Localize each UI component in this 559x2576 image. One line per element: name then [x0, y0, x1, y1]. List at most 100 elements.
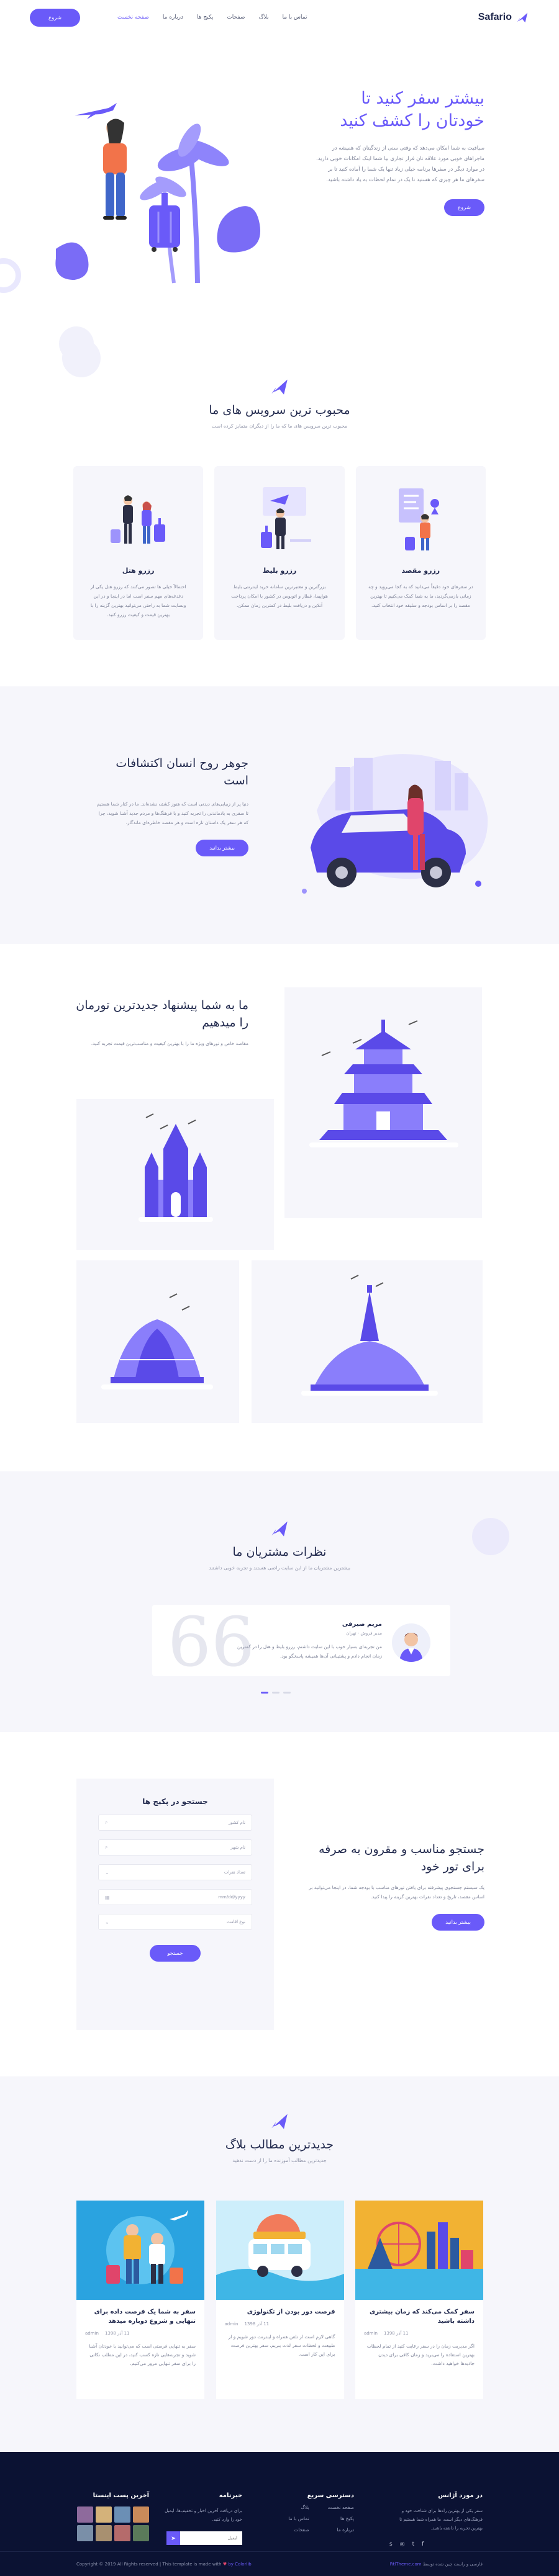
stupa-illustration [301, 1275, 438, 1396]
hero-title: بیشتر سفر کنید تا خودتان را کشف کنید [340, 89, 484, 130]
date-field[interactable]: mm/dd/yyyy ▦ [98, 1889, 252, 1905]
colorlib-link[interactable]: by Colorlib [228, 2562, 251, 2567]
nav-home[interactable]: صفحه نخست [117, 14, 149, 20]
plane-icon [271, 2114, 288, 2129]
blog-card[interactable]: فرصت دور بودن از تکنولوژی 11 آذر 1398 ad… [216, 2201, 344, 2399]
plane-icon [271, 1521, 288, 1537]
nav-contact[interactable]: تماس با ما [283, 14, 307, 20]
footer-bottom-bar: فارسی و راست چین شده توسط RtlTheme.com C… [0, 2551, 559, 2576]
person-avatar-icon [399, 1633, 423, 1662]
tour-tile-church[interactable] [76, 1099, 274, 1250]
carousel-dot-active[interactable] [261, 1692, 268, 1694]
tour-tile-stupa[interactable] [252, 1260, 483, 1423]
testimonial-role: مدیر فروش - تهران [346, 1631, 382, 1636]
credit-site-link[interactable]: RtlTheme.com [390, 2562, 422, 2567]
travelers-select[interactable]: تعداد نفرات ⌄ [98, 1864, 252, 1880]
instagram-thumb[interactable] [77, 2506, 93, 2523]
tours-section: ما به شما پیشنهاد جدیدترین تورمان را مید… [0, 944, 559, 1471]
service-card-ticket[interactable]: رزرو بلیط بزرگترین و معتبرترین سامانه خر… [214, 466, 345, 640]
hero-start-button[interactable]: شروع [444, 199, 484, 216]
carousel-dot[interactable] [272, 1692, 280, 1694]
blog-post-title[interactable]: سفر به شما یک فرصت داده برای تنهایی و شر… [85, 2307, 196, 2326]
field-placeholder: نام شهر [230, 1845, 245, 1850]
footer-link[interactable]: تماس با ما [288, 2516, 309, 2521]
instagram-thumb[interactable] [77, 2525, 93, 2541]
nav-blog[interactable]: بلاگ [259, 14, 269, 20]
testimonial-name: مریم صیرفی [342, 1621, 382, 1628]
blog-subtitle: جدیدترین مطالب آموزنده ما را از دست ندهی… [232, 2158, 327, 2163]
tours-title: ما به شما پیشنهاد جدیدترین تورمان را مید… [76, 999, 248, 1030]
blog-card[interactable]: سفر کمک می‌کند که زمان بیشتری داشته باشی… [355, 2201, 483, 2399]
footer-quick-links: دسترسی سریع صفحه نخست پکیج ها درباره ما … [280, 2492, 354, 2533]
hotel-booking-illustration [110, 495, 165, 544]
nav-about[interactable]: درباره ما [163, 14, 183, 20]
instagram-thumb[interactable] [114, 2506, 130, 2523]
skype-icon[interactable]: s [389, 2541, 393, 2547]
logo[interactable]: Safario [478, 11, 529, 24]
calendar-icon: ▦ [105, 1894, 110, 1900]
country-field[interactable]: نام کشور ⌕ [98, 1815, 252, 1831]
nav-pages[interactable]: صفحات [227, 14, 245, 20]
footer-newsletter: خبرنامه برای دریافت آخرین اخبار و تخفیف‌… [161, 2492, 242, 2545]
footer-link[interactable]: بلاگ [288, 2505, 309, 2510]
newsletter-form: ➤ [161, 2531, 242, 2545]
decor-circle [472, 1518, 509, 1555]
footer-about-text: سفر یکی از بهترین راه‌ها برای شناخت خود … [399, 2508, 483, 2531]
footer-link[interactable]: پکیج ها [328, 2516, 354, 2521]
instagram-icon[interactable]: ◎ [400, 2541, 405, 2547]
search-more-button[interactable]: بیشتر بدانید [432, 1914, 484, 1931]
service-card-hotel[interactable]: رزرو هتل احتمالاً خیلی ها تصور می‌کنند ک… [73, 466, 204, 640]
search-title: جستجو مناسب و مقرون به صرفه برای تور خود [319, 1842, 484, 1874]
blog-post-title[interactable]: سفر کمک می‌کند که زمان بیشتری داشته باشی… [364, 2307, 475, 2326]
blog-title: جدیدترین مطالب بلاگ [225, 2138, 334, 2152]
exploration-description: دنیا پر از زیبایی‌های دیدنی است که هنوز … [97, 801, 248, 825]
service-description: در سفرهای خود دقیقاً می‌دانید که به کجا … [368, 584, 473, 608]
heart-icon: ♥ [222, 2561, 227, 2567]
send-icon[interactable]: ➤ [166, 2531, 180, 2545]
blog-section: جدیدترین مطالب بلاگ جدیدترین مطالب آموزن… [0, 2076, 559, 2452]
search-section: جستجو در پکیج ها نام کشور ⌕ نام شهر ⌕ تع… [0, 1732, 559, 2076]
twitter-icon[interactable]: t [412, 2541, 415, 2547]
testimonial-card: 66 مریم صیرفی مدیر فروش - تهران من تجربه… [152, 1605, 450, 1676]
footer-link[interactable]: صفحه نخست [328, 2505, 354, 2510]
service-description: بزرگترین و معتبرترین سامانه خرید اینترنت… [231, 584, 328, 608]
lotus-temple-illustration [101, 1293, 213, 1389]
tour-tile-pagoda[interactable] [284, 987, 482, 1218]
accommodation-select[interactable]: نوع اقامت ⌄ [98, 1914, 252, 1930]
blog-cards: سفر به شما یک فرصت داده برای تنهایی و شر… [76, 2201, 483, 2399]
blog-card[interactable]: سفر به شما یک فرصت داده برای تنهایی و شر… [76, 2201, 204, 2399]
social-links: f t ◎ s [389, 2541, 483, 2547]
exploration-more-button[interactable]: بیشتر بدانید [196, 840, 248, 856]
pagoda-illustration [309, 1020, 458, 1147]
avatar [392, 1623, 430, 1662]
service-card-destination[interactable]: رزرو مقصد در سفرهای خود دقیقاً می‌دانید … [355, 466, 486, 640]
blog-post-title[interactable]: فرصت دور بودن از تکنولوژی [225, 2307, 335, 2317]
instagram-thumb[interactable] [96, 2525, 112, 2541]
landmarks-illustration [355, 2201, 483, 2300]
search-icon: ⌕ [105, 1844, 108, 1850]
search-button[interactable]: جستجو [150, 1945, 201, 1962]
service-name: رزرو هتل [122, 567, 155, 575]
footer-instagram: آخرین پست اینستا [77, 2492, 149, 2541]
services-heading: محبوب ترین سرویس های ما محبوب ترین سرویس… [0, 376, 559, 429]
instagram-title: آخرین پست اینستا [93, 2492, 149, 2499]
header-start-button[interactable]: شروع [30, 8, 80, 27]
persian-credit: فارسی و راست چین شده توسط RtlTheme.com [390, 2562, 483, 2567]
testimonial-text: من تجربه‌ای بسیار خوب با این سایت داشتم،… [237, 1644, 382, 1659]
instagram-thumb[interactable] [114, 2525, 130, 2541]
blog-meta: 11 آذر 1398 admin [225, 2322, 335, 2327]
city-field[interactable]: نام شهر ⌕ [98, 1839, 252, 1856]
instagram-thumb[interactable] [96, 2506, 112, 2523]
footer-link[interactable]: درباره ما [328, 2527, 354, 2533]
blog-excerpt: اگر مدیریت زمان را در سفر رعایت کنید از … [366, 2343, 475, 2366]
facebook-icon[interactable]: f [422, 2541, 424, 2547]
newsletter-email-input[interactable] [180, 2531, 242, 2545]
footer-link[interactable]: صفحات [288, 2527, 309, 2533]
carousel-dot[interactable] [283, 1692, 291, 1694]
nav-packages[interactable]: پکیج ها [197, 14, 213, 20]
field-placeholder: نوع اقامت [226, 1919, 245, 1924]
package-search-panel: جستجو در پکیج ها نام کشور ⌕ نام شهر ⌕ تع… [76, 1779, 274, 2030]
tour-tile-lotus[interactable] [76, 1260, 239, 1423]
instagram-thumb[interactable] [133, 2506, 149, 2523]
instagram-thumb[interactable] [133, 2525, 149, 2541]
